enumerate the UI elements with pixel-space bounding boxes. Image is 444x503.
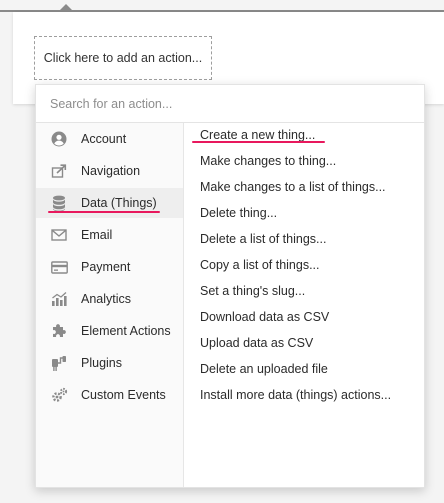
navigation-share-icon xyxy=(50,162,68,180)
puzzle-icon xyxy=(50,322,68,340)
workflow-caret xyxy=(59,4,73,11)
action-category-list: Account Navigation Data (Things) Email P xyxy=(36,123,184,487)
category-label: Navigation xyxy=(81,164,141,178)
highlighted-action-underline xyxy=(192,141,325,143)
category-email[interactable]: Email xyxy=(36,220,183,250)
category-label: Email xyxy=(81,228,113,242)
envelope-icon xyxy=(50,226,68,244)
action-delete-uploaded-file[interactable]: Delete an uploaded file xyxy=(200,358,328,380)
category-label: Data (Things) xyxy=(81,196,157,210)
action-delete-list[interactable]: Delete a list of things... xyxy=(200,228,326,250)
action-set-slug[interactable]: Set a thing's slug... xyxy=(200,280,305,302)
category-navigation[interactable]: Navigation xyxy=(36,156,183,186)
action-make-changes-thing[interactable]: Make changes to thing... xyxy=(200,150,336,172)
category-label: Account xyxy=(81,132,127,146)
action-upload-csv[interactable]: Upload data as CSV xyxy=(200,332,313,354)
selected-category-underline xyxy=(48,211,160,213)
gears-icon xyxy=(50,386,68,404)
action-list: Create a new thing... Make changes to th… xyxy=(184,123,424,487)
category-label: Plugins xyxy=(81,356,122,370)
analytics-chart-icon xyxy=(50,290,68,308)
action-copy-list[interactable]: Copy a list of things... xyxy=(200,254,320,276)
add-action-button[interactable]: Click here to add an action... xyxy=(34,36,212,80)
action-install-more[interactable]: Install more data (things) actions... xyxy=(200,384,391,406)
category-custom-events[interactable]: Custom Events xyxy=(36,380,183,410)
action-make-changes-list[interactable]: Make changes to a list of things... xyxy=(200,176,386,198)
database-icon xyxy=(50,194,68,212)
category-label: Custom Events xyxy=(81,388,166,402)
category-analytics[interactable]: Analytics xyxy=(36,284,183,314)
plug-icon xyxy=(50,354,68,372)
category-label: Element Actions xyxy=(81,324,171,338)
category-account[interactable]: Account xyxy=(36,124,183,154)
action-delete-thing[interactable]: Delete thing... xyxy=(200,202,277,224)
category-label: Payment xyxy=(81,260,131,274)
action-download-csv[interactable]: Download data as CSV xyxy=(200,306,329,328)
account-circle-icon xyxy=(50,130,68,148)
category-payment[interactable]: Payment xyxy=(36,252,183,282)
category-plugins[interactable]: Plugins xyxy=(36,348,183,378)
credit-card-icon xyxy=(50,258,68,276)
category-data-things[interactable]: Data (Things) xyxy=(36,188,183,218)
action-picker-menu: Account Navigation Data (Things) Email P xyxy=(35,84,425,488)
add-action-label: Click here to add an action... xyxy=(43,51,203,65)
category-label: Analytics xyxy=(81,292,132,306)
action-search-input[interactable] xyxy=(36,85,424,123)
category-element-actions[interactable]: Element Actions xyxy=(36,316,183,346)
